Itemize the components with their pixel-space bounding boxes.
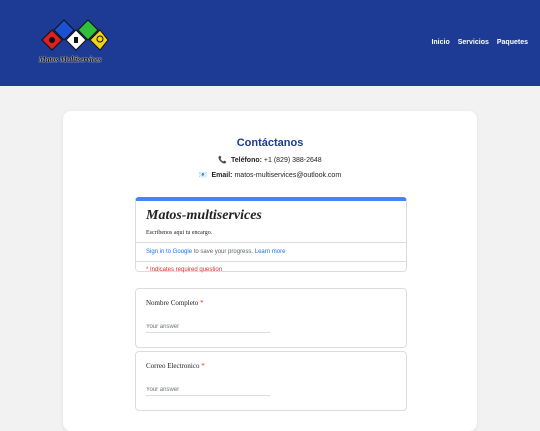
nav-servicios[interactable]: Servicios	[458, 39, 489, 46]
page-title: Contáctanos	[236, 137, 304, 149]
logo-text: Matos Multiservices	[38, 55, 102, 64]
divider	[136, 242, 406, 243]
phone-value: +1 (829) 388-2648	[263, 157, 322, 164]
sign-in-text: to save your progress.	[193, 249, 254, 255]
question-label-text: Nombre Completo	[146, 299, 199, 307]
phone-label: Teléfono:	[230, 157, 262, 164]
divider	[136, 261, 406, 262]
nav-inicio[interactable]: Inicio	[431, 39, 449, 46]
email-label: Email:	[211, 172, 233, 179]
question-correo: Correo Electronico *	[135, 351, 407, 411]
envelope-icon: 📧	[198, 172, 208, 179]
learn-more-link[interactable]: Learn more	[255, 249, 286, 255]
phone-line: 📞 Teléfono: +1 (829) 388-2648	[63, 156, 477, 164]
site-header: Matos Multiservices Inicio Servicios Paq…	[0, 0, 540, 86]
sign-in-link[interactable]: Sign in to Google	[146, 249, 192, 255]
form-description: Escribenos aqui tu encargo.	[146, 230, 213, 236]
form-header: Matos-multiservices Escribenos aqui tu e…	[135, 197, 407, 273]
phone-icon: 📞	[218, 157, 228, 164]
nombre-input[interactable]	[146, 322, 270, 333]
question-label: Nombre Completo *	[146, 299, 204, 307]
sign-in-line: Sign in to Google to save your progress.…	[146, 249, 285, 255]
required-note: * Indicates required question	[146, 267, 223, 273]
required-star: *	[200, 299, 204, 307]
form-title: Matos-multiservices	[146, 208, 262, 223]
correo-input[interactable]	[146, 385, 270, 396]
question-label-text: Correo Electronico	[146, 362, 200, 370]
email-value[interactable]: matos-multiservices@outlook.com	[234, 172, 341, 179]
question-label: Correo Electronico *	[146, 362, 205, 370]
question-nombre: Nombre Completo *	[135, 288, 407, 348]
email-line: 📧 Email: matos-multiservices@outlook.com	[63, 171, 477, 179]
required-star: *	[201, 362, 205, 370]
nav-paquetes[interactable]: Paquetes	[497, 39, 528, 46]
main-nav: Inicio Servicios Paquetes	[431, 39, 528, 46]
